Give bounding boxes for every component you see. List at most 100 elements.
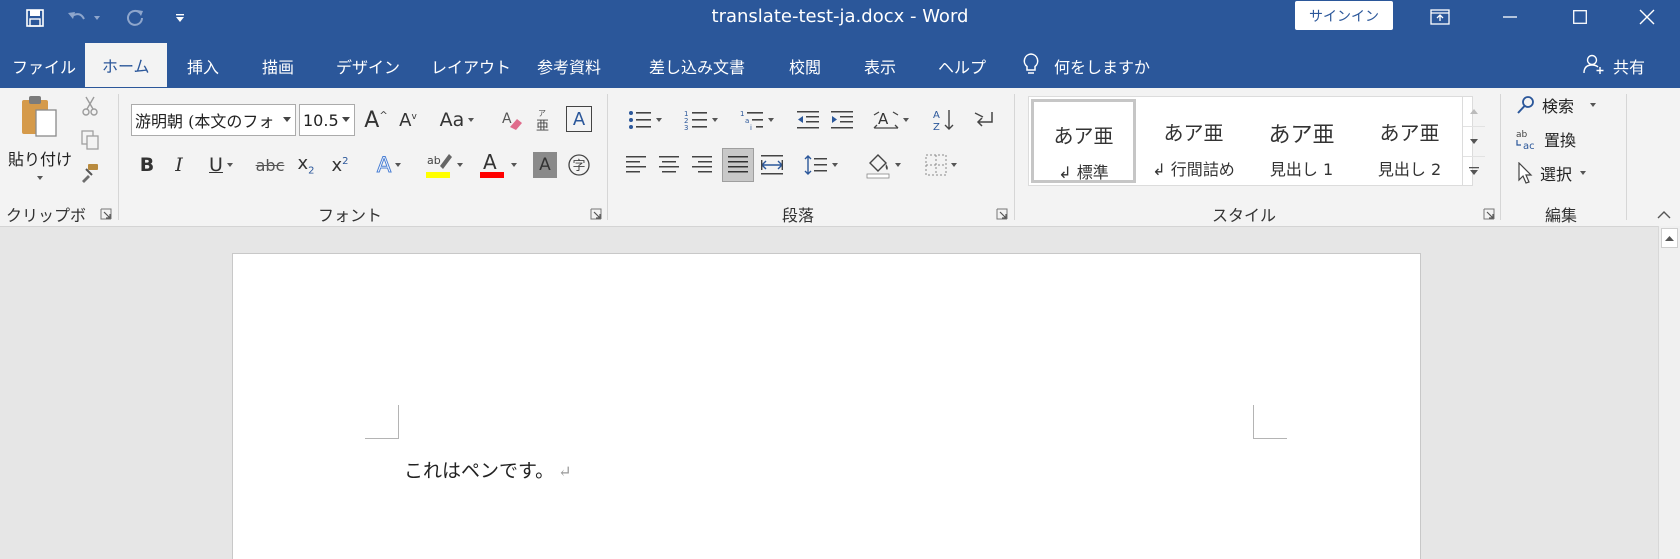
close-icon[interactable] xyxy=(1614,0,1680,34)
tab-help[interactable]: ヘルプ xyxy=(938,44,986,88)
svg-text:ア: ア xyxy=(538,109,546,118)
person-add-icon xyxy=(1583,53,1605,79)
borders-icon[interactable] xyxy=(918,150,964,180)
gallery-more-icon[interactable] xyxy=(1463,156,1485,186)
enclose-characters-icon[interactable]: 字 xyxy=(566,152,592,178)
save-icon[interactable] xyxy=(20,4,50,32)
phonetic-guide-icon[interactable]: ア亜 xyxy=(530,104,558,136)
font-color-icon[interactable]: A xyxy=(474,148,522,182)
document-text: これはペンです。 xyxy=(404,460,555,482)
collapse-ribbon-icon[interactable] xyxy=(1654,208,1674,222)
search-icon xyxy=(1517,96,1534,114)
tab-draw[interactable]: 描画 xyxy=(262,44,294,88)
bold-icon[interactable]: B xyxy=(134,150,160,180)
tab-home[interactable]: ホーム xyxy=(85,43,167,87)
italic-icon[interactable]: I xyxy=(166,150,192,180)
tell-me-label: 何をしますか xyxy=(1054,58,1151,77)
paste-dropdown-icon[interactable] xyxy=(37,176,43,180)
paste-icon xyxy=(18,94,62,144)
share-label: 共有 xyxy=(1613,58,1646,77)
scroll-up-icon[interactable] xyxy=(1661,228,1678,248)
paragraph-launcher-icon[interactable] xyxy=(996,206,1008,220)
distributed-icon[interactable] xyxy=(758,150,786,180)
sort-icon[interactable]: AZ xyxy=(930,104,958,136)
font-launcher-icon[interactable] xyxy=(590,206,602,220)
replace-button[interactable]: ab ac 置換 xyxy=(1516,124,1616,154)
copy-icon[interactable] xyxy=(78,128,102,152)
subscript-icon[interactable]: x2 xyxy=(292,150,320,180)
decrease-indent-icon[interactable] xyxy=(794,104,822,136)
strikethrough-icon[interactable]: abc xyxy=(254,150,286,180)
ribbon-display-options-icon[interactable] xyxy=(1405,0,1475,34)
superscript-icon[interactable]: x2 xyxy=(326,150,354,180)
shrink-font-icon[interactable]: Av xyxy=(394,104,422,136)
text-effects-icon[interactable]: A xyxy=(366,150,412,180)
increase-indent-icon[interactable] xyxy=(828,104,856,136)
tab-view[interactable]: 表示 xyxy=(864,44,896,88)
bullets-icon[interactable] xyxy=(622,104,668,136)
multilevel-list-icon[interactable]: 1ai xyxy=(734,104,780,136)
show-hide-marks-icon[interactable] xyxy=(970,104,998,136)
document-page[interactable]: これはペンです。 ↵ xyxy=(232,253,1421,559)
tab-design[interactable]: デザイン xyxy=(336,44,400,88)
font-size-value: 10.5 xyxy=(303,110,339,130)
style-no-spacing[interactable]: あア亜 ↲ 行間詰め xyxy=(1141,99,1246,183)
tab-layout[interactable]: レイアウト xyxy=(431,44,511,88)
font-size-combobox[interactable]: 10.5 xyxy=(299,104,355,136)
styles-launcher-icon[interactable] xyxy=(1483,206,1495,220)
underline-icon[interactable]: U xyxy=(198,150,244,180)
character-spacing-icon[interactable]: A xyxy=(868,104,914,136)
highlight-color-icon[interactable]: ab xyxy=(420,148,468,182)
crop-mark-top-left xyxy=(365,405,399,439)
find-button[interactable]: 検索 xyxy=(1516,90,1616,120)
style-heading-2[interactable]: あア亜 見出し 2 xyxy=(1357,99,1462,183)
lightbulb-icon xyxy=(1022,52,1040,80)
undo-dropdown-icon[interactable] xyxy=(90,4,104,32)
vertical-scrollbar[interactable] xyxy=(1658,226,1680,559)
align-center-icon[interactable] xyxy=(655,150,683,180)
style-normal[interactable]: あア亜 ↲ 標準 xyxy=(1031,99,1136,183)
redo-icon[interactable] xyxy=(120,4,150,32)
clear-formatting-icon[interactable]: A xyxy=(498,104,526,136)
paste-button[interactable]: 貼り付け xyxy=(8,94,72,180)
justify-icon[interactable] xyxy=(722,148,754,182)
change-case-icon[interactable]: Aa xyxy=(434,104,480,136)
format-painter-icon[interactable] xyxy=(78,161,102,185)
share-button[interactable]: 共有 xyxy=(1583,44,1645,88)
grow-font-icon[interactable]: A^ xyxy=(362,104,390,136)
maximize-icon[interactable] xyxy=(1545,0,1615,34)
customize-qat-icon[interactable] xyxy=(165,4,195,32)
tab-insert[interactable]: 挿入 xyxy=(187,44,219,88)
numbering-icon[interactable]: 123 xyxy=(678,104,724,136)
line-spacing-icon[interactable] xyxy=(798,150,844,180)
minimize-icon[interactable] xyxy=(1475,0,1545,34)
tab-mailings[interactable]: 差し込み文書 xyxy=(649,44,745,88)
paragraph-group-label: 段落 xyxy=(781,206,814,225)
tab-file[interactable]: ファイル xyxy=(12,44,76,88)
tab-references[interactable]: 参考資料 xyxy=(537,44,601,88)
style-heading-1[interactable]: あア亜 見出し 1 xyxy=(1249,99,1354,183)
style-preview: あア亜 xyxy=(1379,121,1440,145)
select-button[interactable]: 選択 xyxy=(1516,158,1616,188)
gallery-scroll-down-icon[interactable] xyxy=(1463,126,1485,156)
clipboard-launcher-icon[interactable] xyxy=(100,206,112,220)
title-bar: translate-test-ja.docx - Word サインイン xyxy=(0,0,1680,36)
replace-label: 置換 xyxy=(1544,131,1577,150)
tab-review[interactable]: 校閲 xyxy=(789,44,821,88)
align-right-icon[interactable] xyxy=(688,150,716,180)
svg-text:ac: ac xyxy=(1523,141,1535,150)
shading-icon[interactable] xyxy=(860,148,906,182)
tell-me-box[interactable]: 何をしますか xyxy=(1022,44,1150,88)
align-left-icon[interactable] xyxy=(622,150,650,180)
font-group-label: フォント xyxy=(317,206,382,225)
styles-gallery: あア亜 ↲ 標準 あア亜 ↲ 行間詰め あア亜 見出し 1 あア亜 見出し 2 xyxy=(1028,96,1473,186)
font-name-combobox[interactable]: 游明朝 (本文のフォ xyxy=(131,104,296,136)
signin-button[interactable]: サインイン xyxy=(1295,1,1393,30)
document-paragraph[interactable]: これはペンです。 ↵ xyxy=(404,456,572,483)
character-border-icon[interactable]: A xyxy=(566,106,592,132)
undo-icon[interactable] xyxy=(62,4,92,32)
gallery-scroll-up-icon[interactable] xyxy=(1463,96,1485,126)
paste-label: 貼り付け xyxy=(8,150,73,169)
character-shading-icon[interactable]: A xyxy=(533,152,557,178)
cut-icon[interactable] xyxy=(78,94,102,118)
